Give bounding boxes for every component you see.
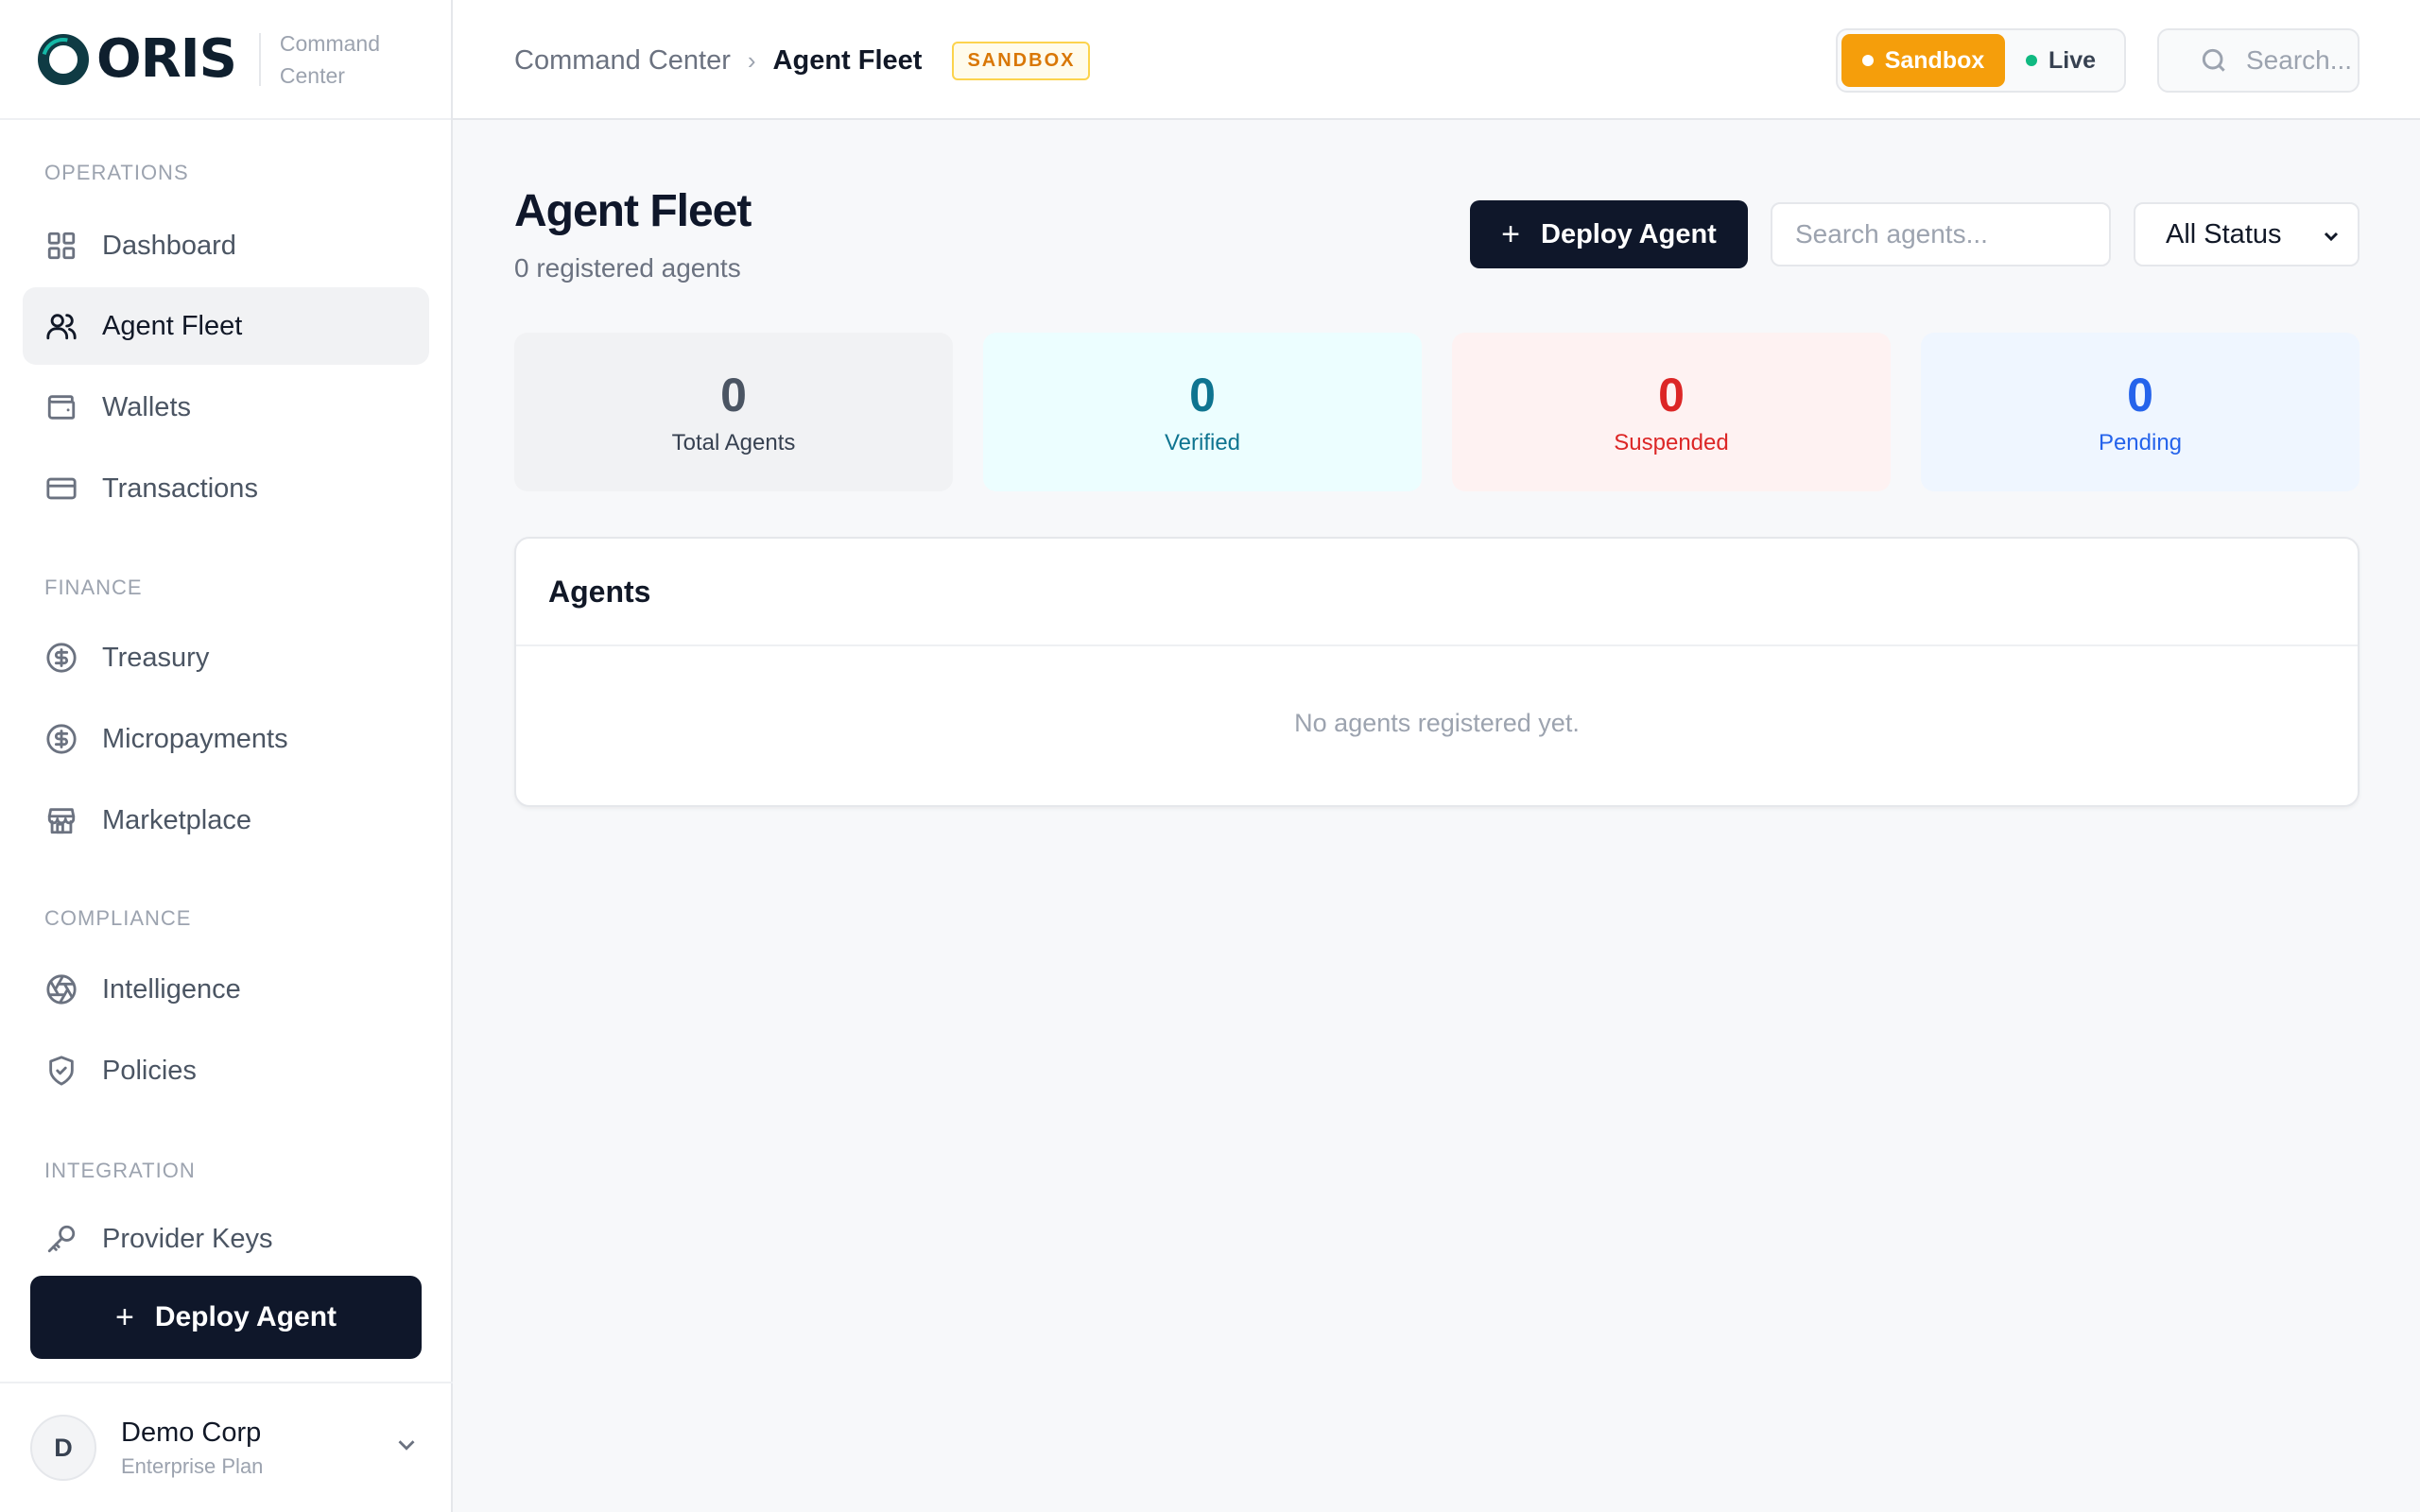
sidebar-item-intelligence[interactable]: Intelligence <box>23 951 429 1028</box>
empty-state-message: No agents registered yet. <box>1294 709 1580 737</box>
agents-card-title: Agents <box>548 574 651 609</box>
sidebar-item-transactions[interactable]: Transactions <box>23 450 429 527</box>
stat-value: 0 <box>720 369 747 421</box>
aperture-icon <box>45 973 78 1005</box>
agent-search-input[interactable]: Search agents... <box>1771 202 2111 266</box>
logo-text: ORIS <box>96 28 237 90</box>
stat-card-suspended: 0 Suspended <box>1452 333 1891 491</box>
sidebar-item-micropayments[interactable]: Micropayments <box>23 700 429 778</box>
sidebar-item-dashboard[interactable]: Dashboard <box>23 207 429 284</box>
deploy-agent-label: Deploy Agent <box>154 1301 337 1332</box>
stat-value: 0 <box>1658 369 1685 421</box>
dollar-circle-icon <box>45 642 78 674</box>
shield-check-icon <box>45 1055 78 1087</box>
users-icon <box>45 310 78 342</box>
env-live-label: Live <box>2048 46 2097 74</box>
sidebar-item-label: Transactions <box>102 472 258 504</box>
stat-card-total-agents: 0 Total Agents <box>514 333 953 491</box>
brand-subtitle: Command Center <box>279 30 381 88</box>
global-search-input[interactable]: Search... <box>2157 28 2360 93</box>
grid-icon <box>45 230 78 262</box>
stat-label: Suspended <box>1614 430 1729 455</box>
plus-icon: + <box>114 1298 134 1335</box>
search-placeholder: Search... <box>2246 45 2353 75</box>
stat-label: Total Agents <box>671 430 796 455</box>
sidebar-item-label: Treasury <box>102 642 210 673</box>
key-icon <box>45 1223 78 1255</box>
oris-logo[interactable]: ORIS <box>36 28 237 90</box>
brand: ORIS Command Center <box>0 0 451 120</box>
store-icon <box>45 804 78 836</box>
sidebar-item-label: Provider Keys <box>102 1223 273 1254</box>
sidebar-item-label: Agent Fleet <box>102 310 243 341</box>
status-filter-value: All Status <box>2166 218 2282 249</box>
sidebar-item-label: Dashboard <box>102 230 236 261</box>
breadcrumb-current: Agent Fleet <box>772 45 923 76</box>
chevron-right-icon: › <box>747 46 756 75</box>
brand-divider <box>258 32 261 86</box>
search-icon <box>2199 45 2229 76</box>
sidebar-item-label: Wallets <box>102 391 191 422</box>
sidebar-item-agent-fleet[interactable]: Agent Fleet <box>23 287 429 365</box>
page-title: Agent Fleet <box>514 186 752 236</box>
sidebar-item-wallets[interactable]: Wallets <box>23 369 429 446</box>
sidebar-item-marketplace[interactable]: Marketplace <box>23 782 429 859</box>
status-dot-icon <box>1861 55 1874 66</box>
user-name: Demo Corp <box>121 1417 262 1448</box>
plus-icon: + <box>1501 215 1521 252</box>
stat-label: Verified <box>1164 430 1241 455</box>
chevron-down-icon[interactable] <box>392 1431 421 1464</box>
sidebar-item-treasury[interactable]: Treasury <box>23 619 429 696</box>
sidebar-item-label: Policies <box>102 1055 197 1086</box>
stat-card-pending: 0 Pending <box>1921 333 2360 491</box>
avatar: D <box>30 1415 96 1481</box>
section-label-operations: OPERATIONS <box>44 161 189 184</box>
sidebar: ORIS Command Center OPERATIONS Dashboard… <box>0 0 453 1512</box>
sidebar-item-label: Intelligence <box>102 973 241 1005</box>
top-header: Command Center › Agent Fleet SANDBOX San… <box>453 0 2420 120</box>
credit-card-icon <box>45 472 78 505</box>
logo-ring-icon <box>38 33 89 85</box>
env-live-button[interactable]: Live <box>2005 34 2117 87</box>
agents-table-card: Agents No agents registered yet. <box>514 537 2360 807</box>
sidebar-item-policies[interactable]: Policies <box>23 1032 429 1109</box>
page-subtitle: 0 registered agents <box>514 253 741 283</box>
dollar-circle-icon <box>45 723 78 755</box>
deploy-agent-button[interactable]: + Deploy Agent <box>1470 200 1748 268</box>
sidebar-item-label: Marketplace <box>102 804 251 835</box>
section-label-integration: INTEGRATION <box>44 1159 196 1182</box>
sidebar-item-label: Micropayments <box>102 723 288 754</box>
user-info: Demo Corp Enterprise Plan <box>121 1418 263 1479</box>
user-account-switcher[interactable]: D Demo Corp Enterprise Plan <box>0 1382 453 1512</box>
sidebar-item-provider-keys[interactable]: Provider Keys <box>23 1200 429 1278</box>
environment-toggle: Sandbox Live <box>1836 28 2126 93</box>
env-sandbox-button[interactable]: Sandbox <box>1841 34 2005 87</box>
user-plan: Enterprise Plan <box>121 1453 264 1478</box>
breadcrumb: Command Center › Agent Fleet SANDBOX <box>514 42 1091 80</box>
stat-label: Pending <box>2098 430 2183 455</box>
wallet-icon <box>45 391 78 423</box>
agent-search-placeholder: Search agents... <box>1795 219 1988 249</box>
stat-card-verified: 0 Verified <box>983 333 1422 491</box>
status-dot-icon <box>2025 55 2037 66</box>
deploy-agent-label: Deploy Agent <box>1541 218 1717 249</box>
stat-value: 0 <box>2127 369 2153 421</box>
sidebar-deploy-agent-button[interactable]: + Deploy Agent <box>30 1276 422 1359</box>
chevron-down-icon <box>2324 232 2339 242</box>
agents-card-header: Agents <box>516 539 2358 646</box>
section-label-finance: FINANCE <box>44 576 143 599</box>
env-sandbox-label: Sandbox <box>1884 46 1985 74</box>
breadcrumb-root-link[interactable]: Command Center <box>514 45 731 77</box>
section-label-compliance: COMPLIANCE <box>44 906 192 930</box>
status-filter-select[interactable]: All Status <box>2134 202 2360 266</box>
environment-badge: SANDBOX <box>952 42 1091 80</box>
stat-value: 0 <box>1189 369 1216 421</box>
